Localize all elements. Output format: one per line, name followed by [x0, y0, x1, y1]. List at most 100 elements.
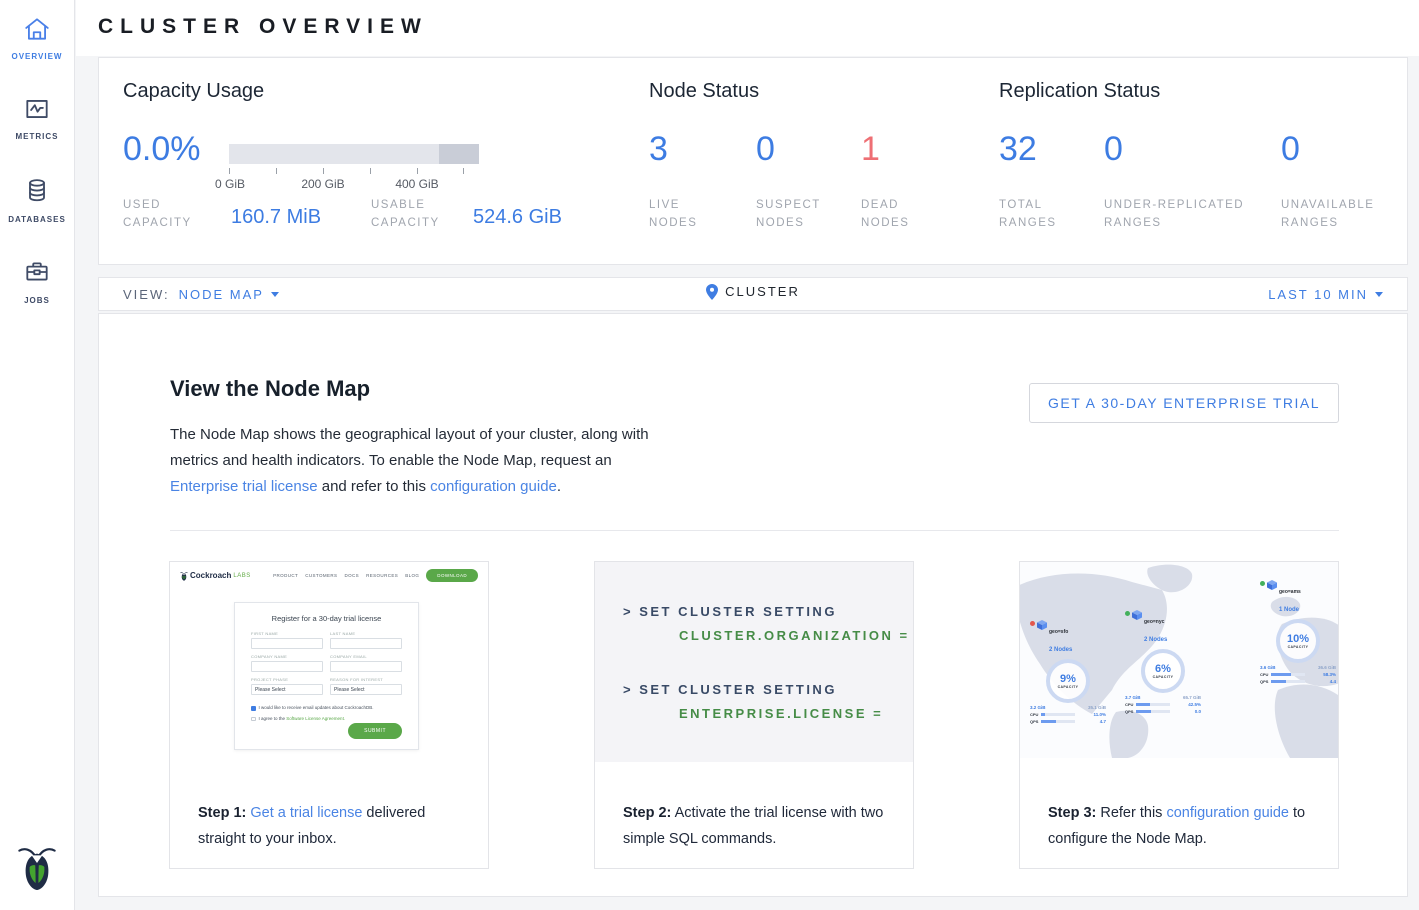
time-range-value: LAST 10 MIN [1268, 287, 1368, 302]
cluster-breadcrumb-label: CLUSTER [725, 284, 800, 299]
configuration-guide-link[interactable]: configuration guide [430, 478, 557, 495]
chevron-down-icon [271, 292, 279, 297]
unavailable-ranges-count: 0 [1281, 130, 1300, 169]
step-3-card: geo=sfo2 Nodes 9% CAPACITY 3.2 GiB35.1 G… [1019, 561, 1339, 869]
dead-nodes-label: DEAD NODES [861, 196, 909, 232]
node-map-panel: View the Node Map The Node Map shows the… [98, 313, 1408, 897]
sidebar-item-label: DATABASES [0, 215, 74, 224]
mini-checkbox [251, 717, 256, 722]
step-2-caption: Step 2: Activate the trial license with … [623, 800, 891, 852]
node-map-widget-ams: geo=ams1 Node 10% CAPACITY 3.6 GiB36.6 G… [1260, 580, 1336, 684]
under-replicated-ranges-label: UNDER-REPLICATED RANGES [1104, 196, 1244, 232]
capacity-used-percent: 0.0% [123, 130, 201, 169]
node-cube-icon [1267, 580, 1277, 590]
step-3-caption: Step 3: Refer this configuration guide t… [1048, 800, 1316, 852]
mini-checkbox-checked [251, 706, 256, 711]
under-replicated-ranges-count: 0 [1104, 130, 1123, 169]
step-1-caption: Step 1: Get a trial license delivered st… [198, 800, 466, 852]
live-nodes-label: LIVE NODES [649, 196, 697, 232]
capacity-donut: 9% CAPACITY [1046, 659, 1090, 703]
total-ranges-count: 32 [999, 130, 1037, 169]
node-map-widget-nyc: geo=nyc2 Nodes 6% CAPACITY 3.7 GiB65.7 G… [1125, 610, 1201, 714]
page-title: CLUSTER OVERVIEW [98, 15, 428, 39]
node-map-thumbnail: geo=sfo2 Nodes 9% CAPACITY 3.2 GiB35.1 G… [1020, 562, 1338, 758]
node-cube-icon [1037, 620, 1047, 630]
section-description: The Node Map shows the geographical layo… [170, 422, 649, 500]
mini-input [251, 661, 323, 672]
get-trial-license-link[interactable]: Get a trial license [250, 805, 362, 821]
node-status-title: Node Status [649, 80, 759, 103]
trial-registration-form: Register for a 30-day trial license FIRS… [234, 602, 419, 750]
capacity-axis-tick: 0 GiB [215, 177, 245, 191]
mini-input [330, 638, 402, 649]
capacity-usage-bar [229, 144, 479, 164]
mini-input [330, 661, 402, 672]
sidebar-item-metrics[interactable]: METRICS [0, 96, 74, 141]
usable-capacity-label: USABLE CAPACITY [371, 196, 440, 232]
cockroach-bug-icon [180, 571, 188, 581]
suspect-nodes-label: SUSPECT NODES [756, 196, 821, 232]
usable-capacity-value: 524.6 GiB [473, 206, 562, 229]
mini-select: Please Select [251, 684, 323, 695]
mini-nav-item: CUSTOMERS [305, 573, 337, 578]
home-icon [23, 16, 51, 42]
mini-download-button: DOWNLOAD [426, 569, 478, 582]
metrics-chart-icon [23, 96, 51, 122]
sql-code-block: > SET CLUSTER SETTING CLUSTER.ORGANIZATI… [595, 562, 913, 762]
sidebar-item-overview[interactable]: OVERVIEW [0, 16, 74, 61]
mini-nav-item: DOCS [344, 573, 359, 578]
view-selector-bar: VIEW: NODE MAP CLUSTER LAST 10 MIN [98, 277, 1408, 311]
sidebar-item-databases[interactable]: DATABASES [0, 177, 74, 224]
mini-input [251, 638, 323, 649]
node-status-dot-green [1260, 581, 1265, 586]
briefcase-icon [23, 258, 51, 286]
unavailable-ranges-label: UNAVAILABLE RANGES [1281, 196, 1374, 232]
suspect-nodes-count: 0 [756, 130, 775, 169]
used-capacity-label: USED CAPACITY [123, 196, 192, 232]
view-dropdown-value: NODE MAP [179, 287, 264, 302]
sidebar-item-label: JOBS [0, 296, 74, 305]
mini-form-title: Register for a 30-day trial license [251, 614, 402, 623]
dead-nodes-count: 1 [861, 130, 880, 169]
sidebar-item-label: OVERVIEW [0, 52, 74, 61]
trial-registration-thumbnail: Cockroach LABS PRODUCT CUSTOMERS DOCS RE… [170, 562, 488, 792]
capacity-donut: 10% CAPACITY [1276, 619, 1320, 663]
capacity-axis-tick: 400 GiB [395, 177, 438, 191]
mini-select: Please Select [330, 684, 402, 695]
cockroachdb-logo [17, 843, 57, 890]
capacity-donut: 6% CAPACITY [1141, 649, 1185, 693]
mini-nav-item: BLOG [405, 573, 419, 578]
cluster-breadcrumb[interactable]: CLUSTER [706, 284, 800, 300]
capacity-usage-title: Capacity Usage [123, 80, 264, 103]
configuration-guide-link[interactable]: configuration guide [1166, 805, 1289, 821]
node-cube-icon [1132, 610, 1142, 620]
sidebar-item-label: METRICS [0, 132, 74, 141]
mini-nav-item: PRODUCT [273, 573, 298, 578]
enterprise-trial-license-link[interactable]: Enterprise trial license [170, 478, 318, 495]
section-divider [170, 530, 1339, 531]
cluster-summary-card: Capacity Usage 0.0% 0 GiB 200 GiB 400 Gi… [98, 57, 1408, 265]
node-status-dot-green [1125, 611, 1130, 616]
sidebar-item-jobs[interactable]: JOBS [0, 258, 74, 305]
step-1-card: Cockroach LABS PRODUCT CUSTOMERS DOCS RE… [169, 561, 489, 869]
time-range-dropdown[interactable]: LAST 10 MIN [1268, 287, 1383, 302]
section-title: View the Node Map [170, 376, 370, 402]
capacity-bar-reserved-segment [439, 144, 479, 164]
database-icon [23, 177, 51, 205]
replication-status-title: Replication Status [999, 80, 1160, 103]
live-nodes-count: 3 [649, 130, 668, 169]
mini-nav-item: RESOURCES [366, 573, 398, 578]
step-2-card: > SET CLUSTER SETTING CLUSTER.ORGANIZATI… [594, 561, 914, 869]
cockroach-labs-logo: Cockroach LABS [180, 571, 251, 581]
node-map-widget-sfo: geo=sfo2 Nodes 9% CAPACITY 3.2 GiB35.1 G… [1030, 620, 1106, 724]
top-header-bar: CLUSTER OVERVIEW [76, 0, 1419, 56]
capacity-axis-tick: 200 GiB [301, 177, 344, 191]
node-status-dot-red [1030, 621, 1035, 626]
view-label: VIEW: [123, 287, 170, 302]
location-pin-icon [706, 284, 718, 300]
view-dropdown[interactable]: NODE MAP [179, 287, 279, 302]
mini-submit-button: SUBMIT [348, 723, 402, 739]
chevron-down-icon [1375, 292, 1383, 297]
used-capacity-value: 160.7 MiB [231, 206, 321, 229]
get-enterprise-trial-button[interactable]: GET A 30-DAY ENTERPRISE TRIAL [1029, 383, 1339, 423]
